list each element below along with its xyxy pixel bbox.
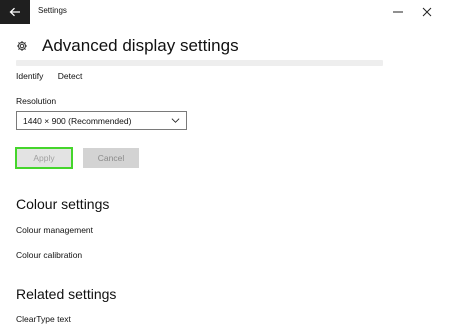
cleartype-text-link[interactable]: ClearType text [16,314,71,324]
resolution-label: Resolution [16,96,57,106]
page-title: Advanced display settings [42,36,239,55]
detect-link[interactable]: Detect [58,71,83,81]
resolution-dropdown[interactable]: 1440 × 900 (Recommended) [16,111,187,130]
colour-settings-heading: Colour settings [16,196,110,212]
display-links: Identify Detect [16,71,94,81]
close-button[interactable] [414,2,440,22]
back-button[interactable] [0,0,30,24]
chevron-down-icon [171,118,180,123]
page-header: Advanced display settings [16,36,239,56]
colour-calibration-link[interactable]: Colour calibration [16,250,82,260]
apply-button[interactable]: Apply [15,147,73,169]
resolution-selected-value: 1440 × 900 (Recommended) [23,115,132,126]
window-title: Settings [38,6,67,15]
title-bar: Settings [0,0,460,24]
related-settings-heading: Related settings [16,286,117,302]
gear-icon [17,41,27,51]
minimize-button[interactable] [388,4,408,20]
arrow-left-icon [9,7,20,17]
identify-link[interactable]: Identify [16,71,43,81]
cancel-button[interactable]: Cancel [83,148,139,168]
minimize-icon [393,11,403,13]
colour-management-link[interactable]: Colour management [16,225,93,235]
close-icon [422,7,432,17]
display-arrangement-area[interactable] [16,60,383,66]
